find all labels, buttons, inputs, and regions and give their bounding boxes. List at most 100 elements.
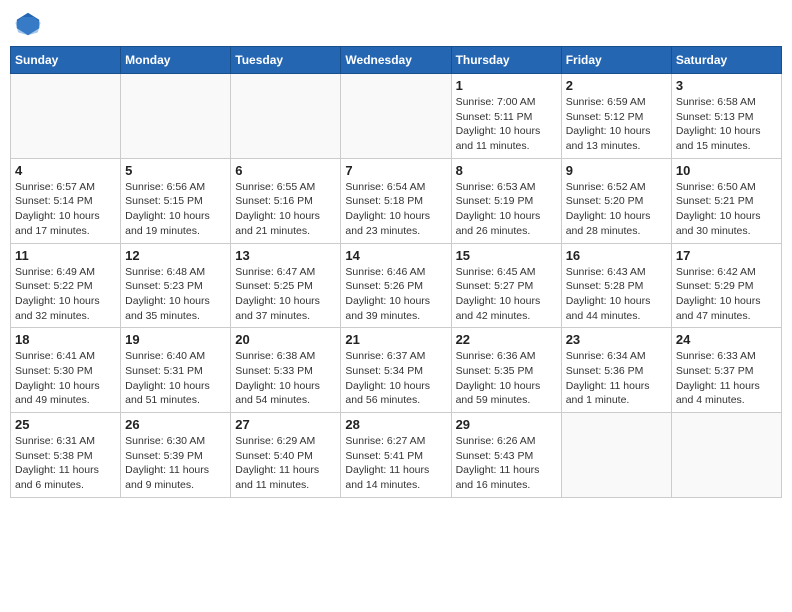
calendar-cell <box>341 74 451 159</box>
calendar-table: SundayMondayTuesdayWednesdayThursdayFrid… <box>10 46 782 498</box>
calendar-cell: 29 Sunrise: 6:26 AM Sunset: 5:43 PM Dayli… <box>451 413 561 498</box>
calendar-cell: 23 Sunrise: 6:34 AM Sunset: 5:36 PM Dayli… <box>561 328 671 413</box>
calendar-cell: 27 Sunrise: 6:29 AM Sunset: 5:40 PM Dayli… <box>231 413 341 498</box>
day-info: Sunrise: 6:47 AM Sunset: 5:25 PM Dayligh… <box>235 265 336 324</box>
day-info: Sunrise: 6:38 AM Sunset: 5:33 PM Dayligh… <box>235 349 336 408</box>
calendar-cell: 9 Sunrise: 6:52 AM Sunset: 5:20 PM Daylig… <box>561 158 671 243</box>
calendar-cell: 7 Sunrise: 6:54 AM Sunset: 5:18 PM Daylig… <box>341 158 451 243</box>
day-info: Sunrise: 6:30 AM Sunset: 5:39 PM Dayligh… <box>125 434 226 493</box>
day-info: Sunrise: 6:27 AM Sunset: 5:41 PM Dayligh… <box>345 434 446 493</box>
day-number: 8 <box>456 163 557 178</box>
day-info: Sunrise: 6:56 AM Sunset: 5:15 PM Dayligh… <box>125 180 226 239</box>
calendar-cell: 3 Sunrise: 6:58 AM Sunset: 5:13 PM Daylig… <box>671 74 781 159</box>
day-info: Sunrise: 6:55 AM Sunset: 5:16 PM Dayligh… <box>235 180 336 239</box>
day-info: Sunrise: 6:42 AM Sunset: 5:29 PM Dayligh… <box>676 265 777 324</box>
day-info: Sunrise: 6:59 AM Sunset: 5:12 PM Dayligh… <box>566 95 667 154</box>
calendar-cell: 12 Sunrise: 6:48 AM Sunset: 5:23 PM Dayli… <box>121 243 231 328</box>
calendar-cell: 28 Sunrise: 6:27 AM Sunset: 5:41 PM Dayli… <box>341 413 451 498</box>
calendar-cell: 10 Sunrise: 6:50 AM Sunset: 5:21 PM Dayli… <box>671 158 781 243</box>
calendar-cell <box>561 413 671 498</box>
day-info: Sunrise: 6:34 AM Sunset: 5:36 PM Dayligh… <box>566 349 667 408</box>
calendar-cell: 4 Sunrise: 6:57 AM Sunset: 5:14 PM Daylig… <box>11 158 121 243</box>
day-info: Sunrise: 6:52 AM Sunset: 5:20 PM Dayligh… <box>566 180 667 239</box>
calendar-cell: 6 Sunrise: 6:55 AM Sunset: 5:16 PM Daylig… <box>231 158 341 243</box>
day-number: 9 <box>566 163 667 178</box>
calendar-cell: 15 Sunrise: 6:45 AM Sunset: 5:27 PM Dayli… <box>451 243 561 328</box>
day-number: 5 <box>125 163 226 178</box>
calendar-cell: 21 Sunrise: 6:37 AM Sunset: 5:34 PM Dayli… <box>341 328 451 413</box>
calendar-cell: 22 Sunrise: 6:36 AM Sunset: 5:35 PM Dayli… <box>451 328 561 413</box>
calendar-cell: 11 Sunrise: 6:49 AM Sunset: 5:22 PM Dayli… <box>11 243 121 328</box>
day-info: Sunrise: 6:58 AM Sunset: 5:13 PM Dayligh… <box>676 95 777 154</box>
day-number: 13 <box>235 248 336 263</box>
calendar-cell: 14 Sunrise: 6:46 AM Sunset: 5:26 PM Dayli… <box>341 243 451 328</box>
day-number: 29 <box>456 417 557 432</box>
day-info: Sunrise: 6:49 AM Sunset: 5:22 PM Dayligh… <box>15 265 116 324</box>
day-info: Sunrise: 6:57 AM Sunset: 5:14 PM Dayligh… <box>15 180 116 239</box>
day-number: 7 <box>345 163 446 178</box>
calendar-cell: 20 Sunrise: 6:38 AM Sunset: 5:33 PM Dayli… <box>231 328 341 413</box>
day-number: 17 <box>676 248 777 263</box>
day-number: 16 <box>566 248 667 263</box>
day-number: 14 <box>345 248 446 263</box>
day-number: 22 <box>456 332 557 347</box>
header <box>10 10 782 38</box>
day-number: 10 <box>676 163 777 178</box>
day-number: 27 <box>235 417 336 432</box>
day-info: Sunrise: 6:33 AM Sunset: 5:37 PM Dayligh… <box>676 349 777 408</box>
calendar-cell: 5 Sunrise: 6:56 AM Sunset: 5:15 PM Daylig… <box>121 158 231 243</box>
column-header-monday: Monday <box>121 47 231 74</box>
day-number: 6 <box>235 163 336 178</box>
calendar-cell: 2 Sunrise: 6:59 AM Sunset: 5:12 PM Daylig… <box>561 74 671 159</box>
calendar-cell: 18 Sunrise: 6:41 AM Sunset: 5:30 PM Dayli… <box>11 328 121 413</box>
day-number: 12 <box>125 248 226 263</box>
day-info: Sunrise: 6:48 AM Sunset: 5:23 PM Dayligh… <box>125 265 226 324</box>
calendar-cell: 24 Sunrise: 6:33 AM Sunset: 5:37 PM Dayli… <box>671 328 781 413</box>
day-info: Sunrise: 7:00 AM Sunset: 5:11 PM Dayligh… <box>456 95 557 154</box>
calendar-cell: 13 Sunrise: 6:47 AM Sunset: 5:25 PM Dayli… <box>231 243 341 328</box>
day-number: 23 <box>566 332 667 347</box>
logo-icon <box>14 10 42 38</box>
day-number: 26 <box>125 417 226 432</box>
logo <box>14 10 46 38</box>
day-info: Sunrise: 6:54 AM Sunset: 5:18 PM Dayligh… <box>345 180 446 239</box>
day-info: Sunrise: 6:31 AM Sunset: 5:38 PM Dayligh… <box>15 434 116 493</box>
column-header-sunday: Sunday <box>11 47 121 74</box>
day-info: Sunrise: 6:36 AM Sunset: 5:35 PM Dayligh… <box>456 349 557 408</box>
day-number: 3 <box>676 78 777 93</box>
day-info: Sunrise: 6:46 AM Sunset: 5:26 PM Dayligh… <box>345 265 446 324</box>
day-info: Sunrise: 6:26 AM Sunset: 5:43 PM Dayligh… <box>456 434 557 493</box>
calendar-cell <box>231 74 341 159</box>
day-number: 24 <box>676 332 777 347</box>
day-info: Sunrise: 6:37 AM Sunset: 5:34 PM Dayligh… <box>345 349 446 408</box>
calendar-cell <box>11 74 121 159</box>
calendar-cell: 8 Sunrise: 6:53 AM Sunset: 5:19 PM Daylig… <box>451 158 561 243</box>
day-number: 20 <box>235 332 336 347</box>
calendar-cell <box>671 413 781 498</box>
column-header-tuesday: Tuesday <box>231 47 341 74</box>
day-number: 18 <box>15 332 116 347</box>
day-number: 15 <box>456 248 557 263</box>
calendar-cell: 19 Sunrise: 6:40 AM Sunset: 5:31 PM Dayli… <box>121 328 231 413</box>
day-info: Sunrise: 6:50 AM Sunset: 5:21 PM Dayligh… <box>676 180 777 239</box>
day-number: 28 <box>345 417 446 432</box>
day-info: Sunrise: 6:45 AM Sunset: 5:27 PM Dayligh… <box>456 265 557 324</box>
day-info: Sunrise: 6:29 AM Sunset: 5:40 PM Dayligh… <box>235 434 336 493</box>
day-info: Sunrise: 6:41 AM Sunset: 5:30 PM Dayligh… <box>15 349 116 408</box>
calendar-cell: 26 Sunrise: 6:30 AM Sunset: 5:39 PM Dayli… <box>121 413 231 498</box>
calendar-cell: 25 Sunrise: 6:31 AM Sunset: 5:38 PM Dayli… <box>11 413 121 498</box>
day-number: 4 <box>15 163 116 178</box>
day-info: Sunrise: 6:40 AM Sunset: 5:31 PM Dayligh… <box>125 349 226 408</box>
calendar-cell <box>121 74 231 159</box>
column-header-thursday: Thursday <box>451 47 561 74</box>
day-info: Sunrise: 6:53 AM Sunset: 5:19 PM Dayligh… <box>456 180 557 239</box>
day-number: 25 <box>15 417 116 432</box>
day-info: Sunrise: 6:43 AM Sunset: 5:28 PM Dayligh… <box>566 265 667 324</box>
day-number: 1 <box>456 78 557 93</box>
day-number: 11 <box>15 248 116 263</box>
day-number: 19 <box>125 332 226 347</box>
day-number: 21 <box>345 332 446 347</box>
day-number: 2 <box>566 78 667 93</box>
column-header-saturday: Saturday <box>671 47 781 74</box>
calendar-cell: 16 Sunrise: 6:43 AM Sunset: 5:28 PM Dayli… <box>561 243 671 328</box>
